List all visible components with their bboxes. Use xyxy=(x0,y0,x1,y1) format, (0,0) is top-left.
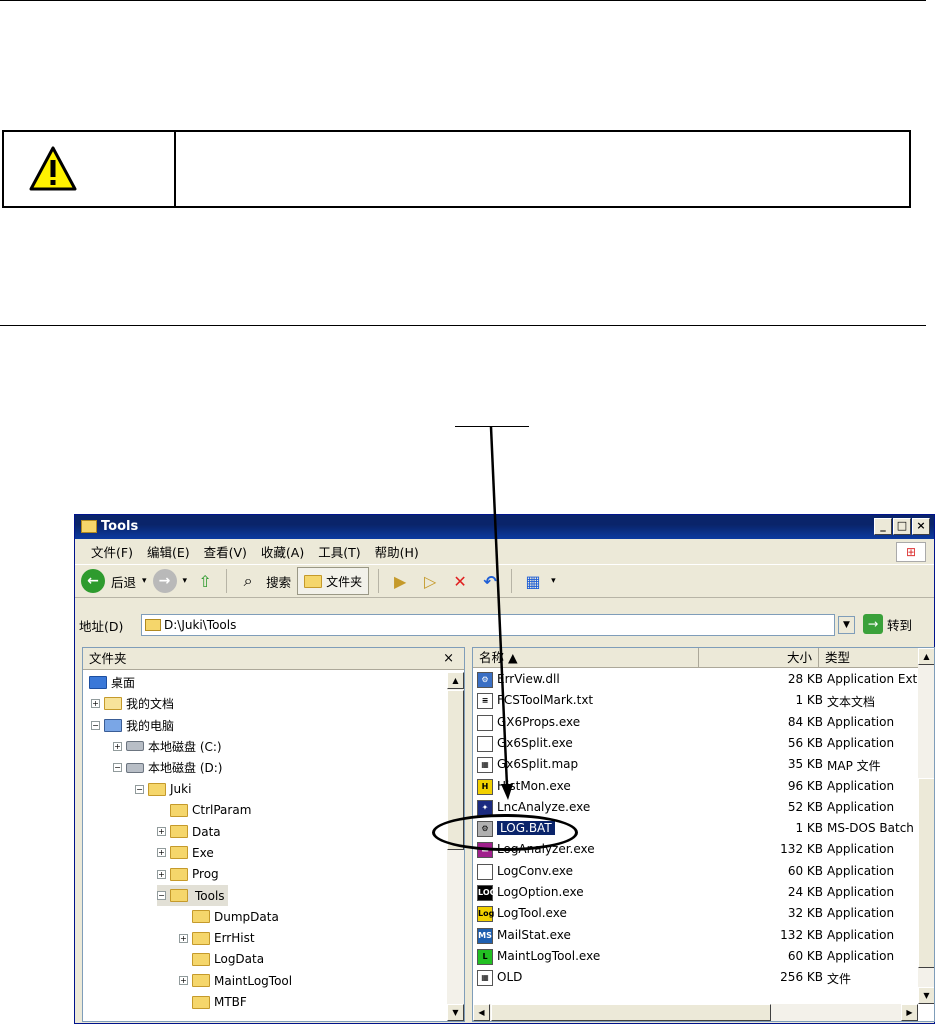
callout-arrow xyxy=(489,426,513,800)
